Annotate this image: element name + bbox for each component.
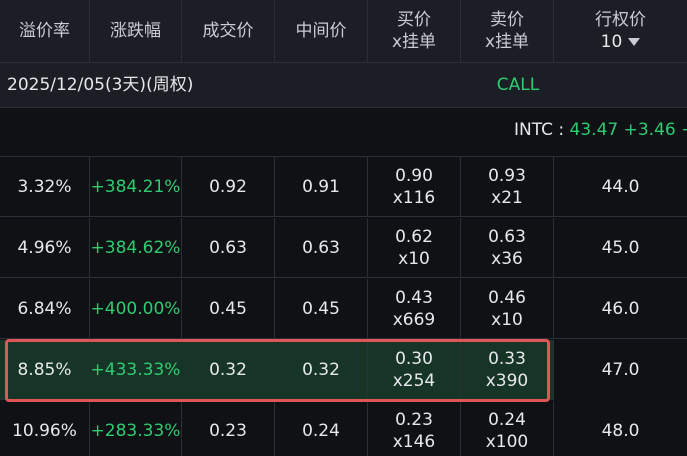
cell-mid: 0.91	[275, 157, 368, 217]
bid-size: x116	[392, 188, 436, 208]
cell-ask[interactable]: 0.24 x100	[461, 401, 554, 456]
header-premium-label: 溢价率	[19, 21, 70, 41]
header-last-price[interactable]: 成交价	[182, 0, 275, 62]
option-chain: 溢价率 涨跌幅 成交价 中间价 买价 x挂单 卖价 x挂单 行权价 10 202…	[0, 0, 687, 456]
bid-size: x254	[392, 371, 436, 391]
cell-bid[interactable]: 0.62 x10	[368, 218, 461, 278]
cell-change: +384.62%	[90, 218, 182, 278]
header-ask-size-label: x挂单	[484, 32, 530, 52]
header-mid-price[interactable]: 中间价	[275, 0, 368, 62]
option-row[interactable]: 6.84% +400.00% 0.45 0.45 0.43 x669 0.46 …	[0, 279, 687, 339]
bid-price: 0.90	[395, 166, 433, 186]
cell-ask[interactable]: 0.93 x21	[461, 157, 554, 217]
cell-premium: 10.96%	[0, 401, 90, 456]
cell-change: +433.33%	[90, 360, 181, 380]
cell-bid[interactable]: 0.30 x254	[368, 340, 461, 400]
cell-premium: 4.96%	[0, 218, 90, 278]
cell-change: +400.00%	[90, 279, 182, 339]
underlying-quote-row: INTC : 43.47 +3.46 +	[0, 107, 687, 157]
option-row-selected[interactable]: 8.85% +433.33% 0.32 0.32 0.30 x254 0.33 …	[0, 340, 687, 400]
header-mid-label: 中间价	[295, 21, 347, 41]
header-bid-size-label: x挂单	[391, 32, 437, 52]
ask-size: x36	[491, 249, 523, 269]
cell-bid[interactable]: 0.23 x146	[368, 401, 461, 456]
cell-change: +283.33%	[90, 401, 182, 456]
bid-size: x146	[392, 432, 436, 452]
bid-price: 0.30	[395, 349, 433, 369]
header-change-label: 涨跌幅	[110, 21, 161, 41]
cell-ask[interactable]: 0.46 x10	[461, 279, 554, 339]
cell-strike: 46.0	[601, 299, 640, 319]
ask-price: 0.63	[488, 227, 526, 247]
ask-size: x10	[491, 310, 523, 330]
cell-mid: 0.63	[275, 218, 368, 278]
ask-size: x100	[485, 432, 529, 452]
header-strike-label: 行权价	[595, 10, 646, 30]
call-side-label: CALL	[496, 75, 540, 95]
cell-strike: 48.0	[601, 421, 640, 441]
bid-size: x10	[398, 249, 430, 269]
option-row[interactable]: 3.32% +384.21% 0.92 0.91 0.90 x116 0.93 …	[0, 157, 687, 217]
cell-strike: 47.0	[554, 340, 687, 400]
ask-price: 0.33	[488, 349, 526, 369]
cell-mid: 0.32	[275, 340, 368, 400]
ask-price: 0.24	[488, 410, 526, 430]
cell-last: 0.92	[182, 157, 275, 217]
cell-last: 0.63	[182, 218, 275, 278]
underlying-change: +3.46	[623, 120, 676, 140]
bid-price: 0.23	[395, 410, 433, 430]
header-ask[interactable]: 卖价 x挂单	[461, 0, 554, 62]
header-ask-label: 卖价	[490, 10, 524, 30]
ask-size: x390	[485, 371, 529, 391]
bid-price: 0.43	[395, 288, 433, 308]
ask-size: x21	[491, 188, 523, 208]
cell-strike: 44.0	[601, 177, 640, 197]
cell-strike: 45.0	[601, 238, 640, 258]
expiry-row[interactable]: 2025/12/05(3天)(周权) CALL	[0, 62, 687, 107]
header-bid-label: 买价	[397, 10, 431, 30]
option-row[interactable]: 4.96% +384.62% 0.63 0.63 0.62 x10 0.63 x…	[0, 218, 687, 278]
underlying-symbol: INTC :	[514, 120, 570, 140]
cell-mid: 0.45	[275, 279, 368, 339]
expiry-date: 2025/12/05(3天)(周权)	[7, 75, 194, 95]
cell-last: 0.32	[209, 360, 247, 380]
ask-price: 0.93	[488, 166, 526, 186]
cell-bid[interactable]: 0.90 x116	[368, 157, 461, 217]
cell-bid[interactable]: 0.43 x669	[368, 279, 461, 339]
chevron-down-icon	[628, 38, 641, 46]
header-strike: 行权价 10	[554, 0, 687, 62]
cell-ask[interactable]: 0.63 x36	[461, 218, 554, 278]
header-last-label: 成交价	[202, 21, 254, 41]
cell-last: 0.23	[182, 401, 275, 456]
cell-last: 0.45	[182, 279, 275, 339]
underlying-quote: INTC : 43.47 +3.46 +	[514, 108, 687, 156]
column-header-bar: 溢价率 涨跌幅 成交价 中间价 买价 x挂单 卖价 x挂单 行权价 10	[0, 0, 687, 62]
cell-mid: 0.24	[275, 401, 368, 456]
cell-premium: 3.32%	[0, 157, 90, 217]
underlying-price: 43.47	[569, 120, 619, 140]
header-premium[interactable]: 溢价率	[0, 0, 90, 62]
cell-premium: 6.84%	[0, 279, 90, 339]
strike-count-dropdown[interactable]: 10	[601, 31, 641, 53]
underlying-change-percent: +	[681, 120, 687, 140]
bid-size: x669	[392, 310, 436, 330]
bid-price: 0.62	[395, 227, 433, 247]
header-bid[interactable]: 买价 x挂单	[368, 0, 461, 62]
strike-count-value: 10	[600, 32, 623, 52]
option-row[interactable]: 10.96% +283.33% 0.23 0.24 0.23 x146 0.24…	[0, 401, 687, 456]
cell-premium: 8.85%	[17, 360, 72, 380]
header-change[interactable]: 涨跌幅	[90, 0, 182, 62]
cell-ask[interactable]: 0.33 x390	[461, 340, 554, 400]
cell-change: +384.21%	[90, 157, 182, 217]
ask-price: 0.46	[488, 288, 526, 308]
